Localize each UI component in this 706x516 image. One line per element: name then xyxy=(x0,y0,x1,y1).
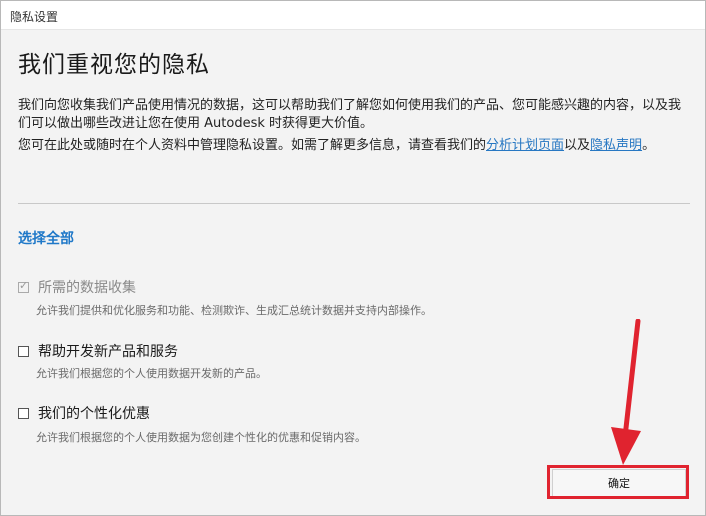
manage-text: 您可在此处或随时在个人资料中管理隐私设置。如需了解更多信息，请查看我们的 xyxy=(18,138,487,153)
manage-end-text: 。 xyxy=(642,138,656,153)
new-products-checkbox[interactable] xyxy=(18,345,29,357)
divider xyxy=(18,203,690,204)
analytics-plan-link[interactable]: 分析计划页面 xyxy=(486,138,564,153)
page-title: 我们重视您的隐私 xyxy=(18,52,210,78)
manage-paragraph: 您可在此处或随时在个人资料中管理隐私设置。如需了解更多信息，请查看我们的分析计划… xyxy=(18,137,692,155)
option-description: 允许我们根据您的个人使用数据为您创建个性化的优惠和促销内容。 xyxy=(36,431,366,444)
option-new-products: 帮助开发新产品和服务 xyxy=(18,341,178,361)
privacy-statement-link[interactable]: 隐私声明 xyxy=(590,138,642,153)
ok-button[interactable]: 确定 xyxy=(552,469,686,497)
option-label: 所需的数据收集 xyxy=(38,280,136,296)
checkmark-icon: ✓ xyxy=(19,278,29,292)
option-label: 帮助开发新产品和服务 xyxy=(38,344,178,360)
annotation-arrow-icon xyxy=(611,319,641,465)
window-title: 隐私设置 xyxy=(10,10,59,24)
option-personalized-offers: 我们的个性化优惠 xyxy=(18,403,150,423)
required-data-checkbox[interactable]: ✓ xyxy=(18,278,29,293)
privacy-settings-window: 隐私设置 我们重视您的隐私 我们向您收集我们产品使用情况的数据，这可以帮助我们了… xyxy=(0,0,706,516)
option-label: 我们的个性化优惠 xyxy=(38,406,150,422)
option-required-data: ✓ 所需的数据收集 xyxy=(18,277,136,297)
manage-mid-text: 以及 xyxy=(564,138,591,153)
personalized-offers-checkbox[interactable] xyxy=(18,407,29,419)
title-bar[interactable]: 隐私设置 xyxy=(1,1,705,30)
select-all-link[interactable]: 选择全部 xyxy=(18,228,74,248)
option-description: 允许我们根据您的个人使用数据开发新的产品。 xyxy=(36,367,267,380)
intro-paragraph: 我们向您收集我们产品使用情况的数据，这可以帮助我们了解您如何使用我们的产品、您可… xyxy=(18,98,682,131)
option-description: 允许我们提供和优化服务和功能、检测欺诈、生成汇总统计数据并支持内部操作。 xyxy=(36,304,432,317)
